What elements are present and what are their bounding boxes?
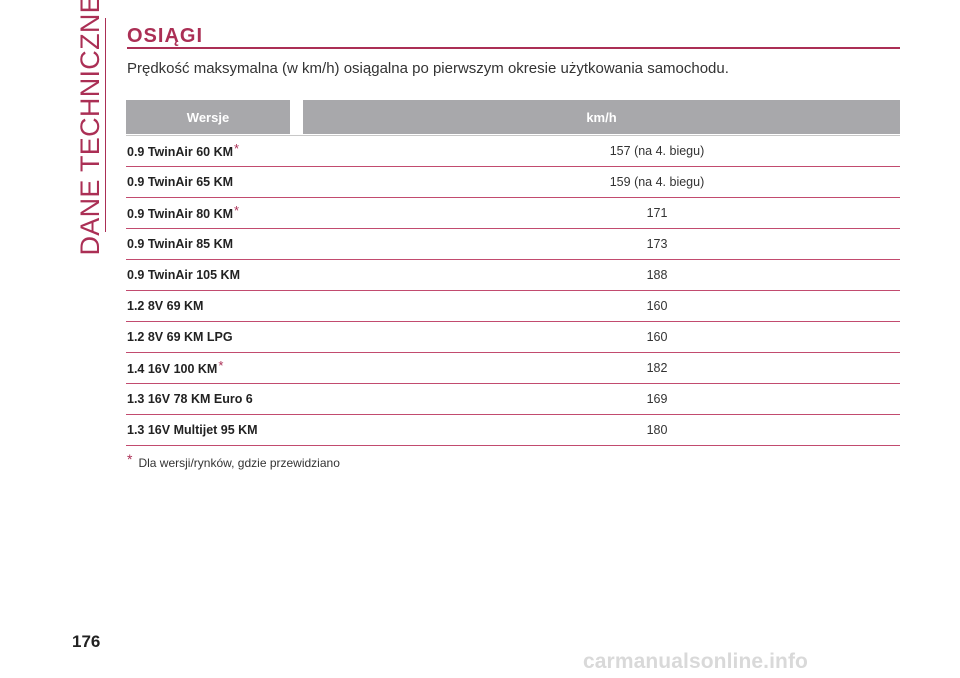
header-versions: Wersje xyxy=(126,100,290,134)
version-cell: 1.2 8V 69 KM xyxy=(126,299,417,313)
version-footnote-marker: * xyxy=(234,140,240,156)
section-intro: Prędkość maksymalna (w km/h) osiągalna p… xyxy=(127,60,729,77)
speed-cell: 171 xyxy=(646,206,668,220)
table-row: 0.9 TwinAir 80 KM* 171 xyxy=(126,198,900,229)
chapter-divider xyxy=(105,18,106,232)
version-footnote-marker: * xyxy=(234,202,240,218)
table-row: 1.2 8V 69 KM LPG 160 xyxy=(126,322,900,353)
version-name: 1.4 16V 100 KM xyxy=(127,361,218,376)
speed-cell: 160 xyxy=(646,330,668,344)
version-cell: 1.4 16V 100 KM* xyxy=(126,357,417,376)
version-cell: 0.9 TwinAir 80 KM* xyxy=(126,202,417,221)
version-cell: 0.9 TwinAir 65 KM xyxy=(126,175,417,189)
version-name: 1.3 16V Multijet 95 KM xyxy=(127,423,258,437)
table-header: Wersje km/h xyxy=(126,100,900,134)
version-name: 0.9 TwinAir 105 KM xyxy=(127,268,240,282)
speed-cell: 173 xyxy=(646,237,668,251)
version-cell: 1.2 8V 69 KM LPG xyxy=(126,330,417,344)
table-row: 1.3 16V 78 KM Euro 6 169 xyxy=(126,384,900,415)
chapter-title-text: DANE TECHNICZNE xyxy=(75,0,105,256)
speed-cell: 182 xyxy=(646,361,668,375)
table-row: 0.9 TwinAir 85 KM 173 xyxy=(126,229,900,260)
speed-cell: 169 xyxy=(646,392,668,406)
version-name: 1.3 16V 78 KM Euro 6 xyxy=(127,392,253,406)
watermark: carmanualsonline.info xyxy=(583,650,808,673)
version-cell: 0.9 TwinAir 105 KM xyxy=(126,268,417,282)
version-footnote-marker: * xyxy=(218,357,224,373)
footnote-marker: * xyxy=(127,451,133,467)
performance-table: Wersje km/h 0.9 TwinAir 60 KM* 157 (na 4.… xyxy=(126,100,900,446)
footnote-text: Dla wersji/rynków, gdzie przewidziano xyxy=(138,456,340,470)
version-name: 0.9 TwinAir 80 KM xyxy=(127,206,234,221)
speed-cell: 188 xyxy=(646,268,668,282)
table-row: 0.9 TwinAir 65 KM 159 (na 4. biegu) xyxy=(126,167,900,198)
version-cell: 1.3 16V 78 KM Euro 6 xyxy=(126,392,417,406)
table-row: 0.9 TwinAir 60 KM* 157 (na 4. biegu) xyxy=(126,136,900,167)
section-title-rule xyxy=(127,47,900,49)
table-row: 1.4 16V 100 KM* 182 xyxy=(126,353,900,384)
section-title: OSIĄGI xyxy=(127,25,204,47)
speed-cell: 157 (na 4. biegu) xyxy=(609,144,705,158)
version-name: 0.9 TwinAir 60 KM xyxy=(127,144,234,159)
table-row: 0.9 TwinAir 105 KM 188 xyxy=(126,260,900,291)
version-name: 0.9 TwinAir 85 KM xyxy=(127,237,234,251)
speed-cell: 160 xyxy=(646,299,668,313)
table-body: 0.9 TwinAir 60 KM* 157 (na 4. biegu) 0.9 T… xyxy=(126,135,900,446)
footnote: * Dla wersji/rynków, gdzie przewidziano xyxy=(127,451,340,470)
speed-cell: 180 xyxy=(646,423,668,437)
header-speed: km/h xyxy=(303,100,900,134)
table-row: 1.3 16V Multijet 95 KM 180 xyxy=(126,415,900,446)
version-name: 1.2 8V 69 KM xyxy=(127,299,204,313)
version-name: 0.9 TwinAir 65 KM xyxy=(127,175,234,189)
version-name: 1.2 8V 69 KM LPG xyxy=(127,330,233,344)
table-row: 1.2 8V 69 KM 160 xyxy=(126,291,900,322)
version-cell: 0.9 TwinAir 60 KM* xyxy=(126,140,417,159)
version-cell: 0.9 TwinAir 85 KM xyxy=(126,237,417,251)
header-gap xyxy=(290,100,303,134)
chapter-title-vertical: DANE TECHNICZNE xyxy=(72,0,108,255)
version-cell: 1.3 16V Multijet 95 KM xyxy=(126,423,417,437)
speed-cell: 159 (na 4. biegu) xyxy=(609,175,705,189)
page-number: 176 xyxy=(72,632,101,651)
